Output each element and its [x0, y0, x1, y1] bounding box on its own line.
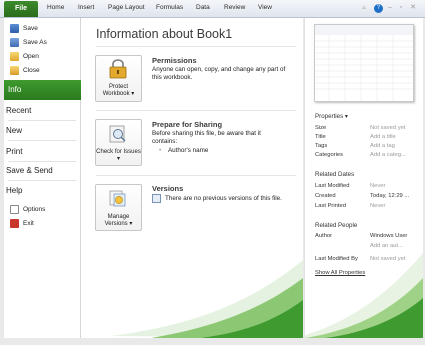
author-label: Author	[315, 233, 333, 239]
nav-recent[interactable]: Recent	[6, 106, 31, 115]
date-value-created: Today, 12:29 ...	[370, 193, 410, 199]
author-value[interactable]: Windows User	[370, 233, 407, 239]
tab-data[interactable]: Data	[196, 4, 210, 11]
help-icon[interactable]: ?	[373, 4, 383, 13]
version-document-icon	[152, 194, 161, 203]
restore-icon[interactable]: ▫	[400, 4, 405, 11]
properties-panel: Properties ▾ Size Not saved yet Title Ad…	[304, 18, 423, 338]
ribbon-minimize-icon[interactable]: ▵	[362, 4, 369, 11]
nav-new[interactable]: New	[6, 126, 22, 135]
related-dates-heading: Related Dates	[315, 171, 355, 178]
nav-save-send[interactable]: Save & Send	[6, 166, 53, 175]
date-value-last-printed: Never	[370, 203, 386, 209]
date-label-last-printed: Last Printed	[315, 203, 346, 209]
nav-info[interactable]: Info	[4, 80, 96, 100]
divider	[96, 175, 296, 176]
info-pane: Information about Book1 Protect Workbook…	[81, 18, 303, 338]
date-label-last-modified: Last Modified	[315, 183, 350, 189]
related-people-heading: Related People	[315, 222, 358, 229]
save-as-button[interactable]: Save As	[10, 37, 47, 48]
divider	[8, 120, 76, 121]
exit-icon	[10, 218, 19, 228]
check-for-issues-label: Check for Issues ▾	[96, 149, 141, 162]
divider	[8, 161, 76, 162]
tab-insert[interactable]: Insert	[78, 4, 94, 11]
options-button[interactable]: Options	[10, 204, 45, 215]
tab-home[interactable]: Home	[47, 4, 64, 11]
exit-button[interactable]: Exit	[10, 218, 34, 229]
ribbon-tab-bar: File Home Insert Page Layout Formulas Da…	[0, 0, 425, 18]
close-folder-icon	[10, 65, 19, 75]
save-as-icon	[10, 37, 19, 47]
versions-description: There are no previous versions of this f…	[152, 194, 292, 203]
property-label-size: Size	[315, 125, 327, 131]
tab-formulas[interactable]: Formulas	[156, 4, 183, 11]
prepare-sharing-description: Before sharing this file, be aware that …	[152, 130, 261, 145]
property-label-categories: Categories	[315, 152, 344, 158]
date-label-created: Created	[315, 193, 336, 199]
close-icon[interactable]: ✕	[410, 4, 419, 11]
properties-dropdown[interactable]: Properties ▾	[315, 113, 348, 120]
prepare-sharing-heading: Prepare for Sharing	[152, 120, 223, 129]
open-button[interactable]: Open	[10, 51, 39, 62]
bullet-icon: •	[159, 147, 162, 154]
excel-backstage-window: File Home Insert Page Layout Formulas Da…	[0, 0, 425, 345]
add-category-field[interactable]: Add a categ...	[370, 152, 406, 158]
tab-view[interactable]: View	[258, 4, 272, 11]
permissions-heading: Permissions	[152, 56, 197, 65]
page-title: Information about Book1	[96, 27, 233, 41]
window-controls: ▵ ? – ▫ ✕	[362, 3, 419, 13]
green-swoosh-decoration	[111, 260, 303, 338]
divider	[96, 46, 296, 47]
close-button[interactable]: Close	[10, 65, 40, 76]
inspect-document-icon	[109, 125, 126, 143]
options-icon	[10, 204, 19, 214]
manage-versions-label: Manage Versions ▾	[104, 214, 133, 227]
manage-versions-button[interactable]: Manage Versions ▾	[95, 184, 142, 231]
green-swoosh-decoration	[305, 253, 423, 338]
backstage-sidebar: Save Save As Open Close Info Recent New …	[4, 18, 96, 338]
protect-workbook-button[interactable]: Protect Workbook ▾	[95, 55, 142, 102]
add-title-field[interactable]: Add a title	[370, 134, 396, 140]
manage-versions-icon	[109, 190, 126, 207]
open-folder-icon	[10, 51, 19, 61]
divider	[96, 110, 296, 111]
protect-workbook-label: Protect Workbook ▾	[102, 84, 135, 97]
divider	[8, 180, 76, 181]
permissions-description: Anyone can open, copy, and change any pa…	[152, 66, 286, 81]
lock-icon	[109, 59, 127, 79]
check-for-issues-button[interactable]: Check for Issues ▾	[95, 119, 142, 166]
minimize-icon[interactable]: –	[388, 4, 395, 11]
add-tag-field[interactable]: Add a tag	[370, 143, 395, 149]
property-value-size: Not saved yet	[370, 125, 406, 131]
property-label-tags: Tags	[315, 143, 328, 149]
divider	[8, 140, 76, 141]
workbook-thumbnail	[314, 24, 414, 102]
save-icon	[10, 23, 19, 33]
save-button[interactable]: Save	[10, 23, 38, 34]
tab-file[interactable]: File	[4, 1, 38, 17]
tab-page-layout[interactable]: Page Layout	[108, 4, 145, 11]
nav-help[interactable]: Help	[6, 186, 22, 195]
versions-heading: Versions	[152, 184, 184, 193]
spreadsheet-preview-icon	[315, 25, 413, 101]
author-name-item: • Author's name	[159, 147, 209, 154]
date-value-last-modified: Never	[370, 183, 386, 189]
tab-review[interactable]: Review	[224, 4, 245, 11]
property-label-title: Title	[315, 134, 326, 140]
nav-print[interactable]: Print	[6, 147, 22, 156]
